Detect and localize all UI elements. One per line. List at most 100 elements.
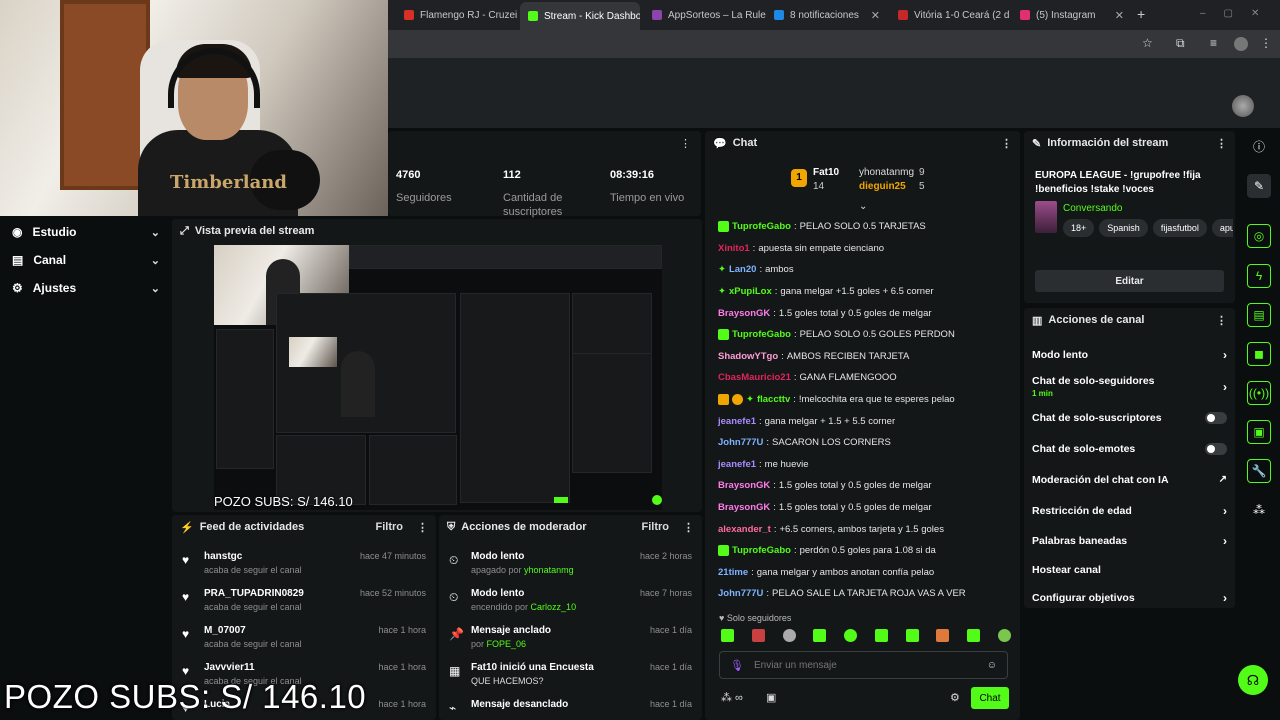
browser-tab[interactable]: AppSorteos – La Rule✕ [644,4,766,26]
stream-tag[interactable]: fijasfutbol [1152,219,1207,237]
nav-item-channel[interactable]: ▤ Canal ⌄ [0,246,172,274]
browser-tab[interactable]: 8 notificaciones ✕ [766,4,888,26]
bookmark-star-icon[interactable]: ☆ [1142,36,1153,50]
lightning-icon[interactable]: ϟ [1247,264,1271,288]
moderator-filter-button[interactable]: Filtro [642,521,670,534]
ai-moderation-option[interactable]: Moderación del chat con IA ↗ [1024,464,1235,495]
mod-action-user[interactable]: Carlozz_10 [531,602,577,612]
mod-action-user[interactable]: FOPE_06 [487,639,527,649]
chat-username[interactable]: flaccttv [757,394,790,405]
activity-filter-button[interactable]: Filtro [376,521,404,534]
browser-tab[interactable]: (5) Instagram ✕ [1012,4,1132,26]
mod-action-user[interactable]: yhonatanmg [524,565,574,575]
emotes-only-toggle[interactable] [1205,442,1227,455]
more-icon[interactable]: ⋮ [1216,137,1227,150]
chat-username[interactable]: TuprofeGabo [732,329,791,340]
microphone-icon[interactable]: 🎙 [730,659,744,672]
emote-icon[interactable] [844,629,858,642]
chat-username[interactable]: TuprofeGabo [732,545,791,556]
info-icon[interactable]: ⓘ [1247,134,1271,158]
store-icon[interactable]: ▣ [766,691,776,704]
nav-item-settings[interactable]: ⚙ Ajustes ⌄ [0,274,172,302]
emote-icon[interactable] [967,629,981,642]
chat-bubble-icon[interactable]: ◼ [1247,342,1271,366]
slow-mode-option[interactable]: Modo lento › [1024,340,1235,371]
chat-username[interactable]: John777U [718,437,763,448]
chat-username[interactable]: alexander_t [718,524,771,535]
chat-username[interactable]: TuprofeGabo [732,221,791,232]
browser-menu-icon[interactable]: ⋮ [1260,36,1272,50]
emote-icon[interactable] [936,629,950,642]
chat-username[interactable]: Xinito1 [718,243,750,254]
browser-tab[interactable]: Vitória 1-0 Ceará (2 d✕ [890,4,1012,26]
chat-input-box[interactable]: 🎙 ☺ [719,651,1008,679]
chat-tools-icon[interactable]: ⁂ ∞ [721,691,743,704]
support-headset-icon[interactable]: ☊ [1238,665,1268,695]
profile-avatar[interactable] [1234,37,1248,51]
emote-icon[interactable] [813,629,827,642]
window-controls-icon[interactable]: –▢✕ [1200,8,1277,19]
more-icon[interactable]: ⋮ [683,521,694,534]
chat-username[interactable]: BraysonGK [718,308,770,319]
banned-words-option[interactable]: Palabras baneadas › [1024,526,1235,557]
chat-username[interactable]: Lan20 [729,264,756,275]
more-icon[interactable]: ⋮ [1216,314,1227,327]
chat-username[interactable]: CbasMauricio21 [718,372,791,383]
leader-name[interactable]: yhonatanmg [859,167,914,178]
chat-collapse-icon[interactable]: ⌄ [859,201,867,212]
age-restriction-option[interactable]: Restricción de edad › [1024,495,1235,526]
subs-only-toggle[interactable] [1205,412,1227,425]
document-icon[interactable]: ▤ [1247,303,1271,327]
chat-username[interactable]: John777U [718,588,763,599]
category-label[interactable]: Conversando [1063,203,1122,214]
media-icon[interactable]: ≡ [1210,36,1217,50]
chat-username[interactable]: xPupiLox [729,286,772,297]
chat-input[interactable] [753,659,977,671]
broadcast-icon[interactable]: ((•)) [1247,381,1271,405]
nav-item-studio[interactable]: ◉ Estudio ⌄ [0,218,172,246]
chat-username[interactable]: ShadowYTgo [718,351,778,362]
leader-name[interactable]: Fat10 [813,167,839,178]
leader-name[interactable]: dieguin25 [859,181,906,192]
layout-icon[interactable]: ▣ [1247,420,1271,444]
edit-stream-button[interactable]: Editar [1035,270,1224,292]
close-tab-icon[interactable]: ✕ [871,9,880,22]
stream-tag[interactable]: 18+ [1063,219,1095,237]
pencil-icon[interactable]: ✎ [1247,174,1271,198]
chat-send-button[interactable]: Chat [971,687,1009,709]
browser-tab[interactable]: Flamengo RJ - Cruzei✕ [396,4,518,26]
stats-menu-icon[interactable]: ⋮ [680,137,691,150]
emote-icon[interactable] [721,629,734,642]
emoji-icon[interactable]: ☺ [987,660,997,671]
category-thumbnail[interactable] [1035,201,1057,233]
emote-icon[interactable] [751,629,765,642]
chat-username[interactable]: jeanefe1 [718,459,756,470]
apps-icon[interactable]: ⁂ [1247,498,1271,522]
wrench-icon[interactable]: 🔧 [1247,459,1271,483]
browser-tab-active[interactable]: Stream - Kick Dashbo✕ [520,2,640,30]
emote-icon[interactable] [874,629,888,642]
chat-username[interactable]: BraysonGK [718,502,770,513]
chat-username[interactable]: 21time [718,567,748,578]
more-icon[interactable]: ⋮ [1001,137,1012,150]
close-tab-icon[interactable]: ✕ [1115,9,1124,22]
stream-tag[interactable]: apues [1211,219,1233,237]
target-icon[interactable]: ◎ [1247,224,1271,248]
chat-username[interactable]: BraysonGK [718,480,770,491]
followers-only-option[interactable]: Chat de solo-seguidores 1 min › [1024,371,1235,403]
extensions-icon[interactable]: ⧉ [1176,36,1185,51]
host-channel-option[interactable]: Hostear canal [1024,557,1235,583]
expand-icon[interactable]: ⤢ [180,225,189,238]
configure-goals-option[interactable]: Configurar objetivos › [1024,583,1235,608]
gear-icon[interactable]: ⚙ [950,691,960,704]
emote-icon[interactable] [997,629,1011,642]
stream-tag[interactable]: Spanish [1099,219,1148,237]
stream-preview-video[interactable] [214,245,662,510]
chat-username[interactable]: jeanefe1 [718,416,756,427]
emote-icon[interactable] [782,629,796,642]
more-icon[interactable]: ⋮ [417,521,428,534]
new-tab-icon[interactable]: + [1137,6,1145,22]
user-avatar[interactable] [1232,95,1254,117]
chat-message: TuprofeGabo: PELAO SOLO 0.5 GOLES PERDON [705,324,1020,346]
emote-icon[interactable] [905,629,919,642]
